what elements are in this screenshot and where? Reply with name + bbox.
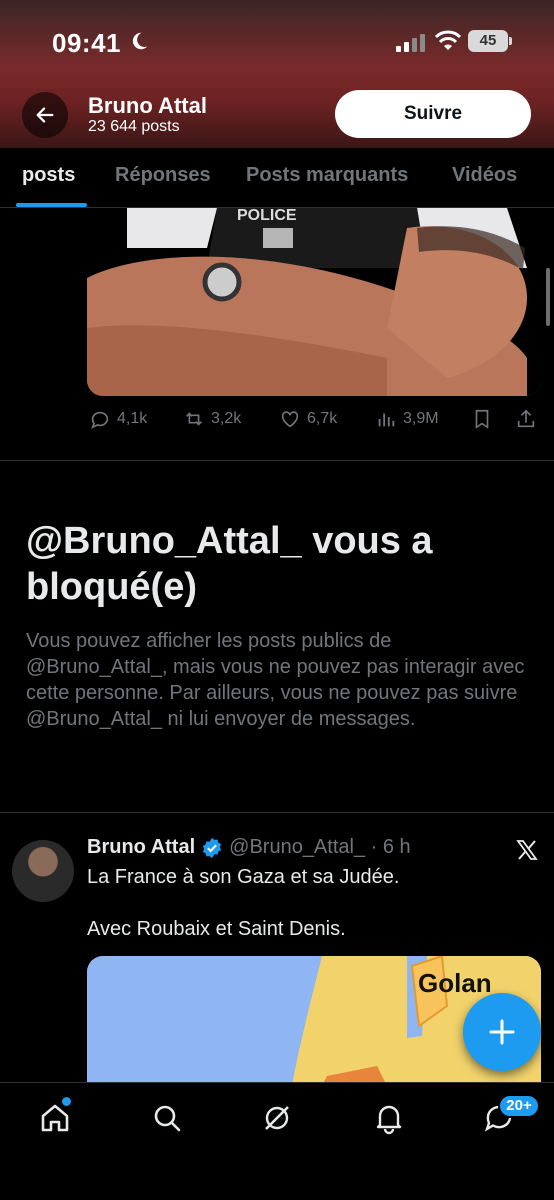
profile-header: 09:41 45 Bruno Attal 23 644 posts Suivre [0,0,554,148]
plus-icon [489,1019,515,1045]
status-bar: 09:41 45 [0,24,554,64]
views-button[interactable]: 3,9M [375,408,439,430]
views-count: 3,9M [403,410,439,427]
avatar[interactable] [12,840,74,902]
tweet-text: La France à son Gaza et sa Judée. [87,866,400,888]
share-icon [517,409,535,428]
grok-icon [265,1106,289,1130]
home-icon [41,1104,69,1132]
scrollbar-thumb[interactable] [546,268,550,326]
verified-badge-icon [203,837,222,858]
profile-name: Bruno Attal [88,93,207,118]
repost-icon [186,412,202,426]
tweet-header: Bruno Attal @Bruno_Attal_ · 6 h [87,836,411,859]
active-tab-indicator [16,203,87,207]
photo-illustration: POLICE [87,208,541,396]
reply-icon [91,411,109,429]
follow-button[interactable]: Suivre [335,90,531,138]
like-count: 6,7k [307,410,338,427]
back-button[interactable] [22,92,68,138]
bottom-nav: 20+ [0,1082,554,1200]
tab-replies[interactable]: Réponses [115,164,211,187]
bookmark-button[interactable] [471,408,493,430]
battery-tip [509,37,512,45]
repost-count: 3,2k [211,410,242,427]
search-icon [154,1105,181,1132]
views-icon [378,413,395,427]
moon-icon [132,32,148,50]
tab-highlights[interactable]: Posts marquants [246,164,408,187]
battery-indicator: 45 [468,30,508,52]
bookmark-icon [475,409,489,429]
blocked-description: Vous pouvez afficher les posts publics d… [26,630,525,730]
x-logo-icon [516,840,538,860]
photo-text: POLICE [237,208,297,224]
tweet-text-line2: Avec Roubaix et Saint Denis. [87,918,346,940]
home-notification-dot [62,1097,71,1106]
reply-count: 4,1k [117,410,148,427]
status-time: 09:41 [52,28,121,58]
tab-videos[interactable]: Vidéos [452,164,517,187]
profile-tabs: posts Réponses Posts marquants Vidéos [0,148,554,208]
heart-icon [281,411,299,428]
map-label: Golan [418,968,492,998]
tweet-author[interactable]: Bruno Attal [87,836,195,859]
signal-icon [396,34,425,52]
bell-icon [376,1105,402,1135]
wifi-icon [434,30,462,50]
post-media-image[interactable]: POLICE [87,208,541,396]
reply-button[interactable]: 4,1k [89,408,147,430]
nav-grok[interactable] [260,1101,294,1135]
like-button[interactable]: 6,7k [279,408,337,430]
post-actions: 4,1k 3,2k 6,7k 3,9M [87,408,541,438]
nav-notifications[interactable] [372,1101,406,1135]
tweet-handle: @Bruno_Attal_ · 6 h [229,836,411,858]
messages-badge: 20+ [498,1094,540,1118]
compose-button[interactable] [463,993,541,1071]
repost-button[interactable]: 3,2k [183,408,241,430]
post-count: 23 644 posts [88,118,180,135]
nav-home[interactable] [38,1101,72,1135]
divider [0,460,554,461]
tab-posts[interactable]: posts [22,164,75,187]
share-button[interactable] [515,408,537,430]
arrow-left-icon [36,107,54,123]
blocked-title: @Bruno_Attal_ vous a bloqué(e) [26,520,433,608]
divider [0,812,554,813]
nav-search[interactable] [150,1101,184,1135]
